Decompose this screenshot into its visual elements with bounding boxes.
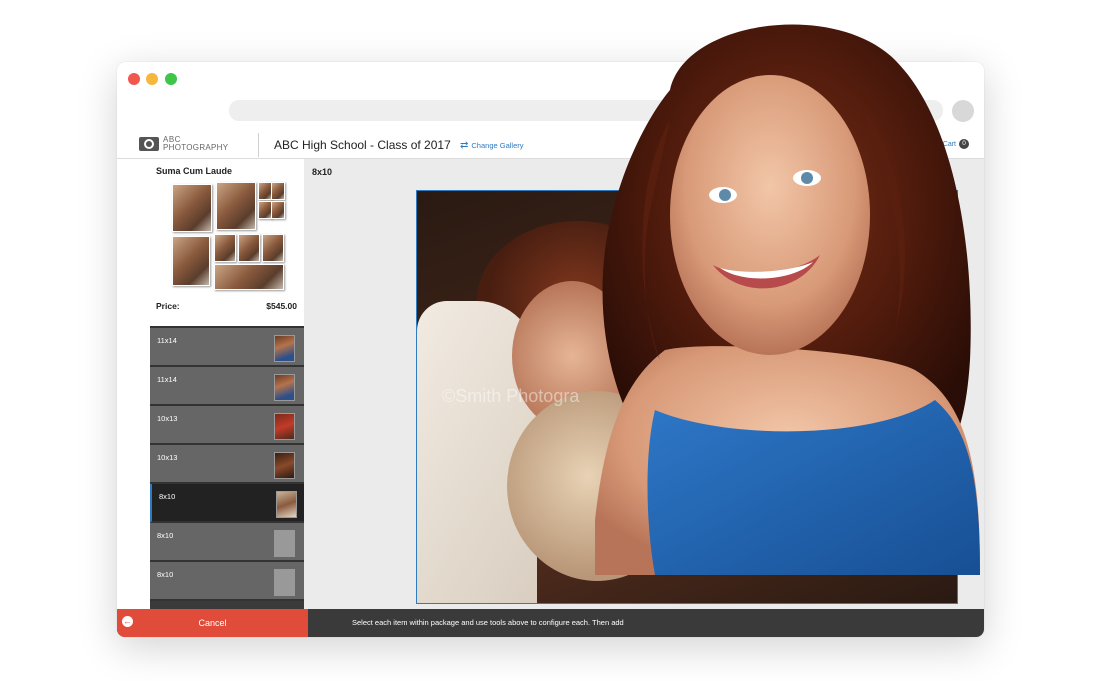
camera-icon bbox=[139, 137, 159, 151]
back-arrow-icon: ← bbox=[122, 616, 133, 627]
footer-bar: ← Cancel Select each item within package… bbox=[117, 609, 984, 637]
change-gallery-link[interactable]: ⇄ Change Gallery bbox=[460, 140, 524, 151]
item-thumbnail bbox=[274, 413, 295, 440]
item-size-label: 10x13 bbox=[157, 453, 178, 462]
change-gallery-label: Change Gallery bbox=[471, 141, 524, 150]
preview-print bbox=[271, 182, 285, 200]
item-thumbnail bbox=[274, 374, 295, 401]
brand-text: ABC PHOTOGRAPHY bbox=[163, 136, 228, 152]
brand-line-2: PHOTOGRAPHY bbox=[163, 143, 229, 152]
item-thumbnail-placeholder bbox=[274, 530, 295, 557]
item-size-label: 10x13 bbox=[157, 414, 178, 423]
address-bar[interactable] bbox=[229, 100, 943, 121]
item-size-label: 8x10 bbox=[157, 531, 174, 540]
package-item[interactable]: 8x10 bbox=[150, 562, 304, 601]
maximize-window-dot[interactable] bbox=[165, 73, 177, 85]
package-panel: Suma Cum Laude Price: $545.00 11x14 11x1… bbox=[150, 159, 306, 609]
item-thumbnail bbox=[276, 491, 297, 518]
cart-button[interactable]: Cart 0 bbox=[931, 139, 969, 149]
package-name: Suma Cum Laude bbox=[156, 166, 233, 176]
preview-print bbox=[216, 182, 256, 230]
preview-print bbox=[271, 201, 285, 219]
brand-logo[interactable]: ABC PHOTOGRAPHY bbox=[139, 136, 228, 152]
app-container: ABC PHOTOGRAPHY ABC High School - Class … bbox=[117, 130, 984, 637]
cart-label: Cart bbox=[942, 140, 956, 148]
photo-dog bbox=[507, 391, 687, 581]
item-thumbnail-placeholder bbox=[274, 569, 295, 596]
preview-print bbox=[258, 182, 272, 200]
cancel-button[interactable]: ← Cancel bbox=[117, 609, 308, 637]
item-size-label: 11x14 bbox=[157, 375, 177, 384]
preview-wallet-sheet bbox=[214, 264, 284, 290]
header-divider bbox=[258, 133, 259, 157]
item-thumbnail bbox=[274, 452, 295, 479]
swap-arrows-icon: ⇄ bbox=[460, 140, 469, 151]
item-size-label: 8x10 bbox=[159, 492, 176, 501]
browser-window: ABC PHOTOGRAPHY ABC High School - Class … bbox=[117, 62, 984, 637]
preview-print bbox=[172, 236, 210, 286]
package-card[interactable]: Suma Cum Laude Price: $545.00 bbox=[150, 159, 304, 328]
close-window-dot[interactable] bbox=[128, 73, 140, 85]
item-size-label: 11x14 bbox=[157, 336, 177, 345]
package-item[interactable]: 10x13 bbox=[150, 445, 304, 484]
preview-print bbox=[172, 184, 212, 232]
watermark-text: ©Smith Photogra bbox=[442, 386, 580, 406]
package-item-selected[interactable]: 8x10 bbox=[150, 484, 306, 523]
instructions-text: Select each item within package and use … bbox=[352, 618, 624, 627]
package-preview-image bbox=[170, 182, 285, 294]
cart-icon bbox=[931, 141, 941, 147]
preview-print bbox=[258, 201, 272, 219]
browser-profile-avatar[interactable] bbox=[952, 100, 974, 122]
item-size-label: 8x10 bbox=[157, 570, 174, 579]
gallery-title: ABC High School - Class of 2017 bbox=[274, 138, 451, 152]
preview-print bbox=[238, 234, 260, 262]
crop-frame[interactable]: ©Smith Photogra bbox=[416, 190, 958, 604]
price-value: $545.00 bbox=[266, 301, 297, 311]
preview-print bbox=[262, 234, 284, 262]
image-editor-canvas: 8x10 ©Smith Photogra bbox=[304, 159, 984, 609]
package-item[interactable]: 11x14 bbox=[150, 367, 304, 406]
app-header: ABC PHOTOGRAPHY ABC High School - Class … bbox=[117, 130, 984, 159]
package-item[interactable]: 11x14 bbox=[150, 328, 304, 367]
price-label: Price: bbox=[156, 301, 180, 311]
minimize-window-dot[interactable] bbox=[146, 73, 158, 85]
cart-count-badge: 0 bbox=[959, 139, 969, 149]
cancel-label: Cancel bbox=[198, 618, 227, 628]
item-thumbnail bbox=[274, 335, 295, 362]
preview-print bbox=[214, 234, 236, 262]
package-item[interactable]: 8x10 bbox=[150, 523, 304, 562]
package-item[interactable]: 10x13 bbox=[150, 406, 304, 445]
current-size-label: 8x10 bbox=[312, 167, 333, 177]
